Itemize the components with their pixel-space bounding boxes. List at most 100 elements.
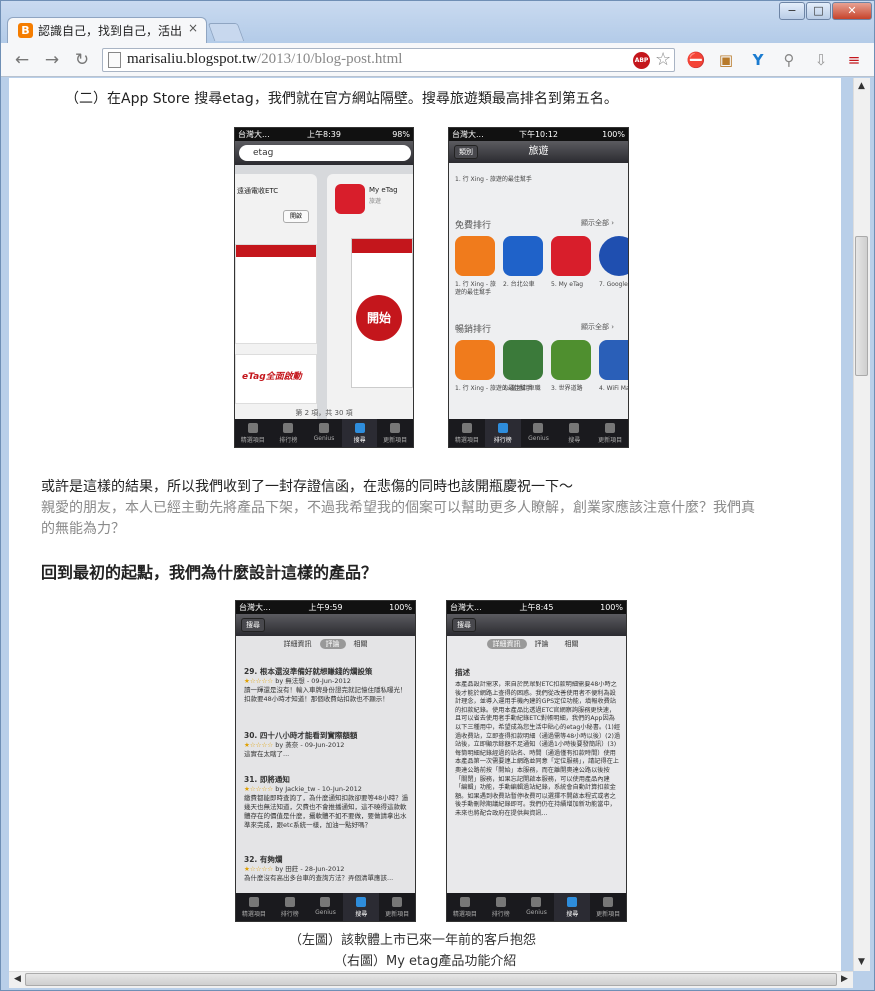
card-myetag-title: My eTag [369, 186, 398, 194]
open-button[interactable]: 開啟 [283, 210, 309, 223]
tab-charts[interactable]: 排行榜 [484, 419, 521, 447]
free-app-label-4: 7. Google Earth [599, 281, 628, 288]
new-tab-button[interactable] [207, 23, 245, 41]
close-button[interactable]: ✕ [832, 2, 872, 20]
xing-paid-app-icon[interactable] [455, 340, 495, 380]
appstore-tabbar: 精選項目 排行榜 Genius 搜尋 更新項目 [235, 419, 413, 447]
minimize-button[interactable]: − [779, 2, 805, 20]
caption-left: （左圖）該軟體上市已來一年前的客戶抱怨 [289, 933, 537, 948]
tab-genius[interactable]: Genius [521, 419, 557, 447]
battery: 100% [600, 603, 623, 612]
screenshot-reviews: 台灣大... 上午9:59 100% 搜尋 詳細資訊 評論 相關 29. 根本還沒準備好… [235, 600, 416, 922]
download-extension-icon[interactable]: ⇩ [810, 50, 832, 70]
url-text[interactable]: marisaliu.blogspot.tw/2013/10/blog-post.… [127, 51, 402, 68]
review-title: 31. 即將通知 [244, 775, 290, 784]
tab-search[interactable]: 搜尋 [343, 893, 380, 921]
section-heading: 回到最初的起點，我們為什麼設計這樣的產品？ [41, 563, 378, 582]
free-app-label-2: 2. 台北公車 [503, 281, 535, 288]
caption-right: （右圖）My etag產品功能介紹 [334, 954, 517, 969]
start-button[interactable]: 開始 [356, 295, 402, 341]
seg-reviews[interactable]: 評論 [527, 640, 557, 648]
review-body: 為什麼沒有高出多台車的查詢方法？弄個清單應該... [244, 874, 394, 882]
tab-genius[interactable]: Genius [519, 893, 555, 921]
tab-search[interactable]: 搜尋 [556, 419, 592, 447]
url-host: marisaliu.blogspot.tw [127, 51, 257, 67]
tab-featured[interactable]: 精選項目 [235, 419, 271, 447]
tab-updates[interactable]: 更新項目 [377, 419, 413, 447]
scroll-right-arrow-icon[interactable]: ▶ [837, 972, 852, 987]
package-extension-icon[interactable]: ▣ [715, 50, 737, 70]
tab-genius[interactable]: Genius [308, 893, 344, 921]
address-bar[interactable]: marisaliu.blogspot.tw/2013/10/blog-post.… [102, 48, 675, 72]
seg-details[interactable]: 詳細資訊 [486, 639, 527, 649]
show-all-free[interactable]: 顯示全部 › [581, 218, 614, 228]
tab-charts[interactable]: 排行榜 [483, 893, 519, 921]
appstore-tabbar: 精選項目 排行榜 Genius 搜尋 更新項目 [447, 893, 626, 921]
tab-search[interactable]: 搜尋 [341, 419, 378, 447]
seg-related[interactable]: 相關 [346, 640, 376, 648]
vertical-scroll-thumb[interactable] [855, 236, 868, 376]
article-paragraph-2: 或許是這樣的結果，所以我們收到了一封存證信函，在悲傷的同時也該開瓶慶祝一下～ [41, 479, 573, 495]
tab-updates[interactable]: 更新項目 [590, 893, 626, 921]
review-30: 30. 四十八小時才能看到實際額額 ★☆☆☆☆ by 蒸奈 - 09-Jun-20… [244, 731, 358, 758]
appstore-tabbar: 精選項目 排行榜 Genius 搜尋 更新項目 [449, 419, 628, 447]
tab-close-icon[interactable]: × [188, 21, 198, 35]
segmented-control: 詳細資訊 評論 相關 [236, 639, 415, 649]
xing-app-icon[interactable] [455, 236, 495, 276]
tab-featured[interactable]: 精選項目 [447, 893, 483, 921]
seg-reviews[interactable]: 評論 [319, 639, 346, 649]
card-etc-title: 遠通電收ETC [237, 187, 279, 195]
bus-paid-app-icon[interactable] [503, 340, 543, 380]
link-extension-icon[interactable]: ⚲ [778, 50, 800, 70]
tab-genius[interactable]: Genius [306, 419, 342, 447]
tab-updates[interactable]: 更新項目 [379, 893, 415, 921]
myetag-app-icon[interactable] [551, 236, 591, 276]
myetag-preview: 開始 [351, 238, 413, 388]
free-app-label-1: 1. 行 Xing - 旅遊的最佳幫手 [455, 281, 496, 296]
card-myetag-subtitle: 旅遊 [369, 198, 382, 205]
y-extension-icon[interactable]: Y [747, 50, 769, 70]
back-button[interactable]: 搜尋 [452, 618, 476, 632]
title-bar: − □ ✕ B 認識自己，找到自己，活出 × [1, 1, 874, 43]
seg-related[interactable]: 相關 [557, 640, 587, 648]
back-button[interactable]: 搜尋 [241, 618, 265, 632]
forward-icon[interactable]: → [41, 49, 63, 71]
vertical-scrollbar[interactable] [853, 78, 870, 971]
tab-charts[interactable]: 排行榜 [272, 893, 308, 921]
category-button[interactable]: 類別 [454, 145, 478, 159]
adblock-icon[interactable]: ABP [633, 52, 650, 69]
appstore-tabbar: 精選項目 排行榜 Genius 搜尋 更新項目 [236, 893, 415, 921]
tab-search[interactable]: 搜尋 [554, 893, 591, 921]
review-author: by 蒸奈 - 09-Jun-2012 [275, 741, 345, 749]
myetag-app-icon [335, 184, 365, 214]
battery: 100% [602, 130, 625, 139]
article-paragraph-3: 親愛的朋友，本人已經主動先將產品下架，不過我希望我的個案可以幫助更多人瞭解，創業… [41, 500, 755, 516]
google-earth-app-icon[interactable] [599, 236, 628, 276]
scroll-left-arrow-icon[interactable]: ◀ [10, 972, 25, 987]
road-app-icon[interactable] [551, 340, 591, 380]
maximize-button[interactable]: □ [806, 2, 831, 20]
tab-featured[interactable]: 精選項目 [449, 419, 485, 447]
bus-app-icon[interactable] [503, 236, 543, 276]
scroll-up-arrow-icon[interactable]: ▲ [854, 79, 869, 94]
scroll-down-arrow-icon[interactable]: ▼ [854, 955, 869, 970]
wifi-map-app-icon[interactable] [599, 340, 628, 380]
stop-extension-icon[interactable]: ⛔ [685, 50, 707, 70]
show-all-paid[interactable]: 顯示全部 › [581, 322, 614, 332]
browser-tab[interactable]: B 認識自己，找到自己，活出 × [7, 17, 207, 43]
free-app-label-3: 5. My eTag [551, 281, 584, 288]
review-32: 32. 有夠爛 ★☆☆☆☆ by 田莊 - 28-Jun-2012 為什麼沒有高出多… [244, 855, 394, 882]
tab-featured[interactable]: 精選項目 [236, 893, 272, 921]
tab-updates[interactable]: 更新項目 [592, 419, 628, 447]
search-input[interactable]: etag [239, 145, 411, 161]
reload-icon[interactable]: ↻ [71, 49, 93, 71]
blogger-icon: B [18, 23, 33, 38]
review-29: 29. 根本還沒準備好就想賺錢的爛設策 ★☆☆☆☆ by 無法想 - 09-Jun… [244, 667, 407, 703]
menu-icon[interactable]: ≡ [843, 50, 865, 70]
tab-charts[interactable]: 排行榜 [271, 419, 307, 447]
bookmark-star-icon[interactable]: ☆ [655, 49, 671, 70]
seg-details[interactable]: 詳細資訊 [276, 640, 320, 648]
back-icon[interactable]: ← [11, 49, 33, 71]
horizontal-scroll-thumb[interactable] [25, 973, 837, 986]
url-path: /2013/10/blog-post.html [257, 51, 403, 67]
